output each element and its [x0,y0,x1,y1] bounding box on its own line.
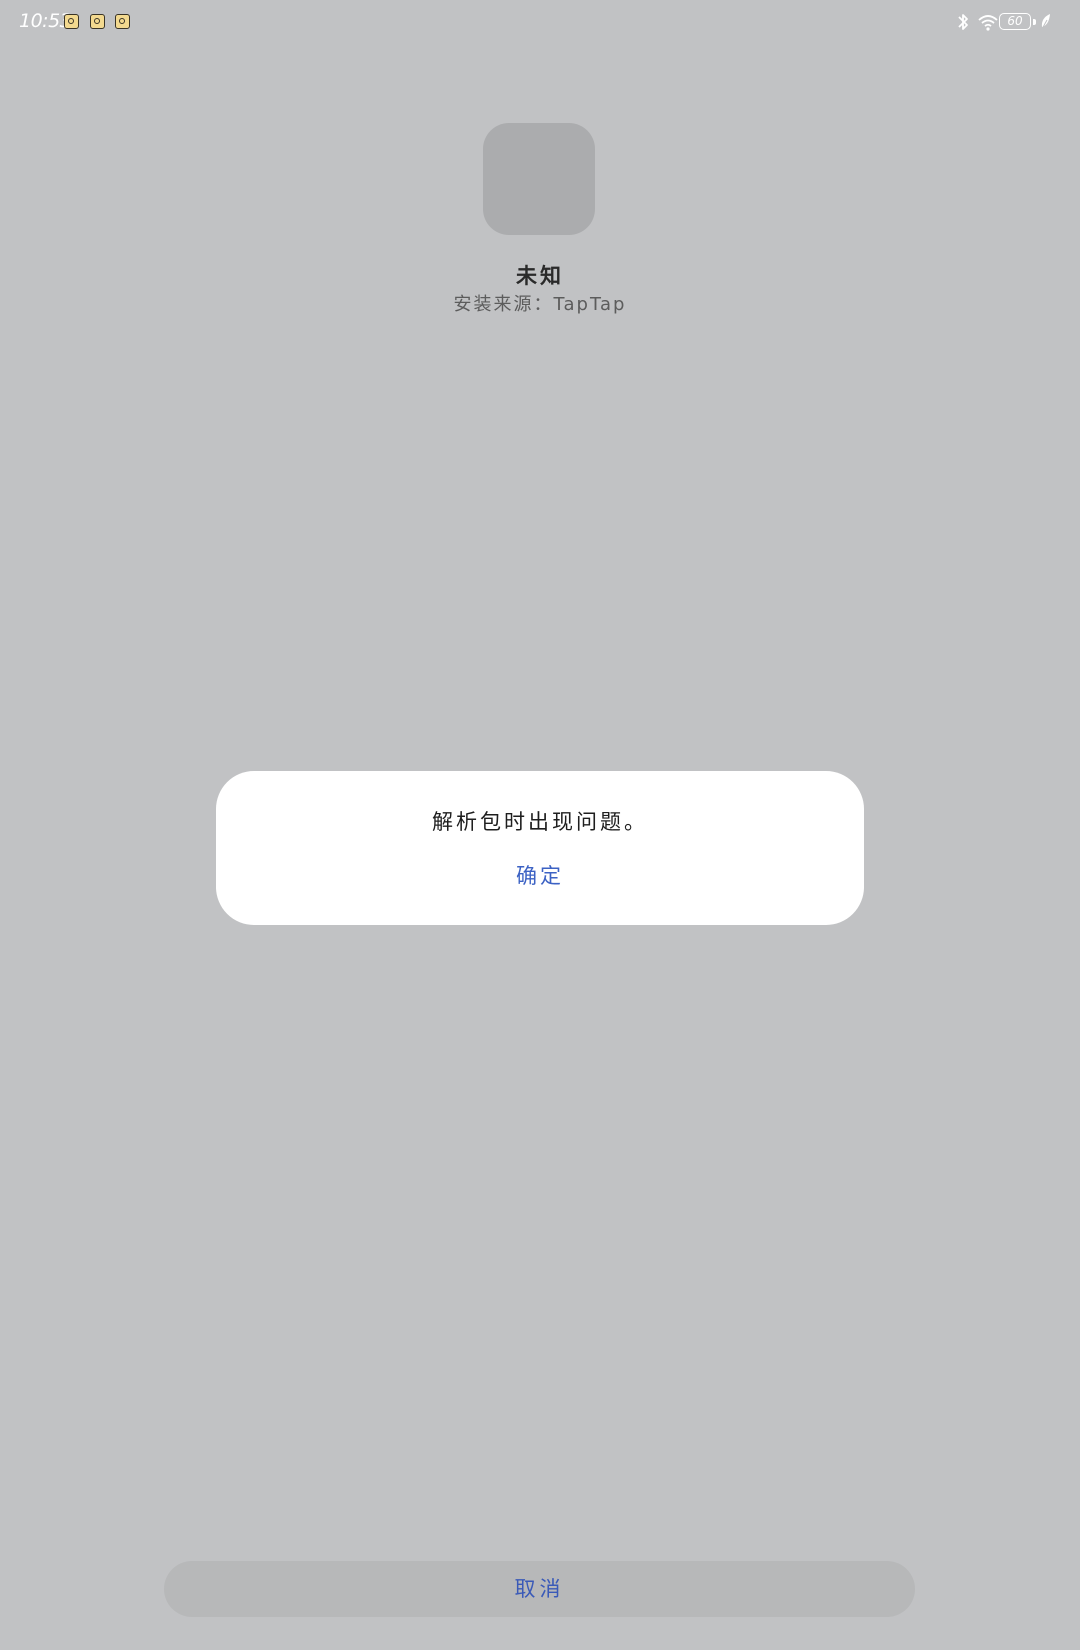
battery-level: 60 [1007,14,1023,28]
confirm-button[interactable]: 确定 [490,856,590,896]
wifi-icon [978,15,998,31]
leaf-icon [1041,14,1050,30]
app-notification-icon [115,14,130,29]
app-name: 未知 [516,264,564,288]
cancel-button[interactable]: 取消 [164,1561,915,1617]
bluetooth-icon [958,14,968,30]
install-source: 安装来源：TapTap [453,294,627,315]
app-icon [483,123,595,235]
app-notification-icon [64,14,79,29]
battery-icon: 60 [999,13,1031,30]
status-bar: 10:53 60 [0,0,1080,44]
dialog-message: 解析包时出现问题。 [432,810,648,834]
error-dialog: 解析包时出现问题。 确定 [216,771,864,925]
battery-tip [1033,19,1036,25]
app-notification-icon [90,14,105,29]
